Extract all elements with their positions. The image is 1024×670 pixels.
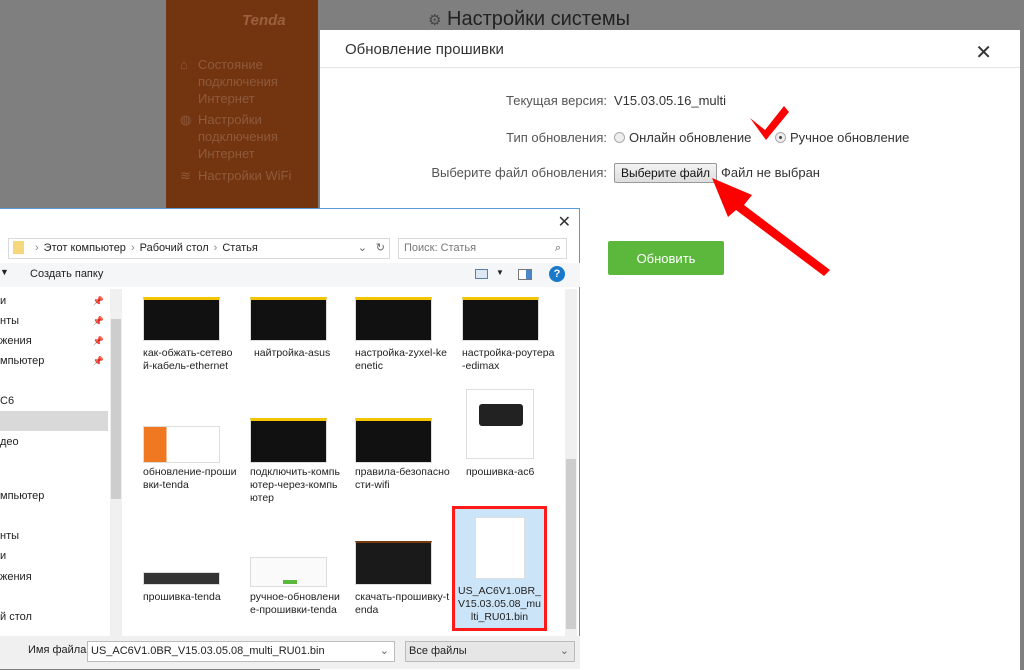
file-item[interactable]: найтройка-asus bbox=[250, 297, 345, 360]
update-button[interactable]: Обновить bbox=[608, 241, 724, 275]
navigation-pane: и 📌 нты 📌 жения 📌 мпьютер 📌 С6 део мпьютер н… bbox=[0, 289, 122, 636]
sidebar-item-connection-status[interactable]: ⌂ Состояние подключения Интернет bbox=[180, 56, 318, 107]
filename-label: Имя файла: bbox=[28, 644, 90, 656]
file-item-selected[interactable]: US_AC6V1.0BR_V15.03.05.08_multi_RU01.bin bbox=[452, 506, 547, 631]
chevron-down-icon: ⌄ bbox=[379, 645, 389, 657]
nav-item-selected[interactable] bbox=[0, 411, 108, 431]
file-open-dialog: ✕ › Этот компьютер › Рабочий стол › Статья ⌄ … bbox=[0, 208, 580, 669]
breadcrumb-folder[interactable]: Статья bbox=[222, 242, 257, 254]
file-item[interactable]: как-обжать-сетевой-кабель-ethernet bbox=[143, 297, 238, 373]
version-value: V15.03.05.16_multi bbox=[614, 93, 727, 108]
chevron-down-icon: ⌄ bbox=[559, 645, 569, 657]
nav-item[interactable]: й стол bbox=[0, 607, 108, 627]
file-item[interactable]: правила-безопасности-wifi bbox=[355, 418, 450, 492]
wifi-icon: ≋ bbox=[180, 168, 191, 183]
manual-update-radio[interactable]: Ручное обновление bbox=[774, 130, 909, 145]
preview-pane-icon[interactable] bbox=[518, 269, 532, 280]
help-icon[interactable]: ? bbox=[549, 266, 565, 282]
breadcrumb-computer[interactable]: Этот компьютер bbox=[44, 242, 126, 254]
network-icon: ⌂ bbox=[180, 57, 188, 72]
nav-item[interactable]: део bbox=[0, 432, 108, 452]
search-input[interactable]: Поиск: Статья ⌕ bbox=[398, 238, 567, 259]
file-item[interactable]: скачать-прошивку-tenda bbox=[355, 541, 450, 617]
gear-icon: ⚙ bbox=[428, 12, 442, 29]
file-item[interactable]: подключить-компьютер-через-компьютер bbox=[250, 418, 345, 505]
page-title: ⚙ Настройки системы bbox=[428, 8, 630, 30]
globe-icon: ◍ bbox=[180, 112, 192, 127]
tenda-logo: Tenda bbox=[242, 12, 286, 29]
dialog-close-icon[interactable]: ✕ bbox=[558, 212, 571, 232]
content-scrollbar[interactable] bbox=[565, 289, 577, 636]
view-chevron-icon[interactable]: ▼ bbox=[496, 268, 504, 277]
chevron-down-icon[interactable]: ⌄ bbox=[358, 239, 367, 258]
file-item[interactable]: прошивка-ac6 bbox=[462, 389, 557, 479]
nav-item[interactable]: жения bbox=[0, 567, 108, 587]
pin-icon: 📌 bbox=[92, 316, 104, 326]
close-icon[interactable]: ✕ bbox=[975, 40, 992, 65]
nav-item[interactable]: жения 📌 bbox=[0, 331, 108, 351]
folder-icon bbox=[13, 241, 24, 254]
file-icon bbox=[474, 517, 525, 579]
file-item[interactable]: обновление-прошивки-tenda bbox=[143, 426, 238, 492]
nav-item[interactable]: С6 bbox=[0, 391, 108, 411]
nav-item[interactable]: мпьютер bbox=[0, 486, 108, 506]
nav-item[interactable]: и 📌 bbox=[0, 291, 108, 311]
refresh-icon[interactable]: ↻ bbox=[376, 239, 385, 258]
file-item[interactable]: настройка-zyxel-keenetic bbox=[355, 297, 450, 373]
file-item[interactable]: прошивка-tenda bbox=[143, 572, 238, 604]
choose-file-button[interactable]: Выберите файл bbox=[614, 163, 718, 183]
filename-input[interactable]: US_AC6V1.0BR_V15.03.05.08_multi_RU01.bin… bbox=[87, 641, 395, 662]
nav-item[interactable]: нты 📌 bbox=[0, 311, 108, 331]
sidebar-item-wifi[interactable]: ≋ Настройки WiFi bbox=[180, 167, 291, 184]
sidebar-item-internet-settings[interactable]: ◍ Настройки подключения Интернет bbox=[180, 111, 318, 162]
file-type-select[interactable]: Все файлы ⌄ bbox=[405, 641, 575, 662]
pin-icon: 📌 bbox=[92, 356, 104, 366]
online-update-radio[interactable]: Онлайн обновление bbox=[614, 130, 751, 145]
modal-title: Обновление прошивки bbox=[320, 30, 1020, 68]
file-item[interactable]: настройка-роутера-edimax bbox=[462, 297, 557, 373]
nav-scrollbar[interactable] bbox=[110, 289, 122, 636]
search-icon: ⌕ bbox=[554, 242, 561, 254]
pin-icon: 📌 bbox=[92, 296, 104, 306]
view-icon[interactable] bbox=[475, 269, 488, 279]
breadcrumb-desktop[interactable]: Рабочий стол bbox=[140, 242, 209, 254]
new-folder-button[interactable]: Создать папку bbox=[30, 268, 103, 280]
no-file-text: Файл не выбран bbox=[721, 165, 820, 180]
nav-item[interactable]: мпьютер 📌 bbox=[0, 351, 108, 371]
toolbar: ▼ Создать папку ▼ ? bbox=[0, 263, 580, 287]
address-bar[interactable]: › Этот компьютер › Рабочий стол › Статья ⌄ ↻ bbox=[8, 238, 390, 259]
file-item[interactable]: ручное-обновление-прошивки-tenda bbox=[250, 557, 345, 617]
organize-chevron-icon[interactable]: ▼ bbox=[0, 267, 9, 277]
dialog-footer: Имя файла: US_AC6V1.0BR_V15.03.05.08_mul… bbox=[0, 636, 580, 669]
nav-item[interactable]: нты bbox=[0, 526, 108, 546]
pin-icon: 📌 bbox=[92, 336, 104, 346]
nav-item[interactable]: и bbox=[0, 546, 108, 566]
